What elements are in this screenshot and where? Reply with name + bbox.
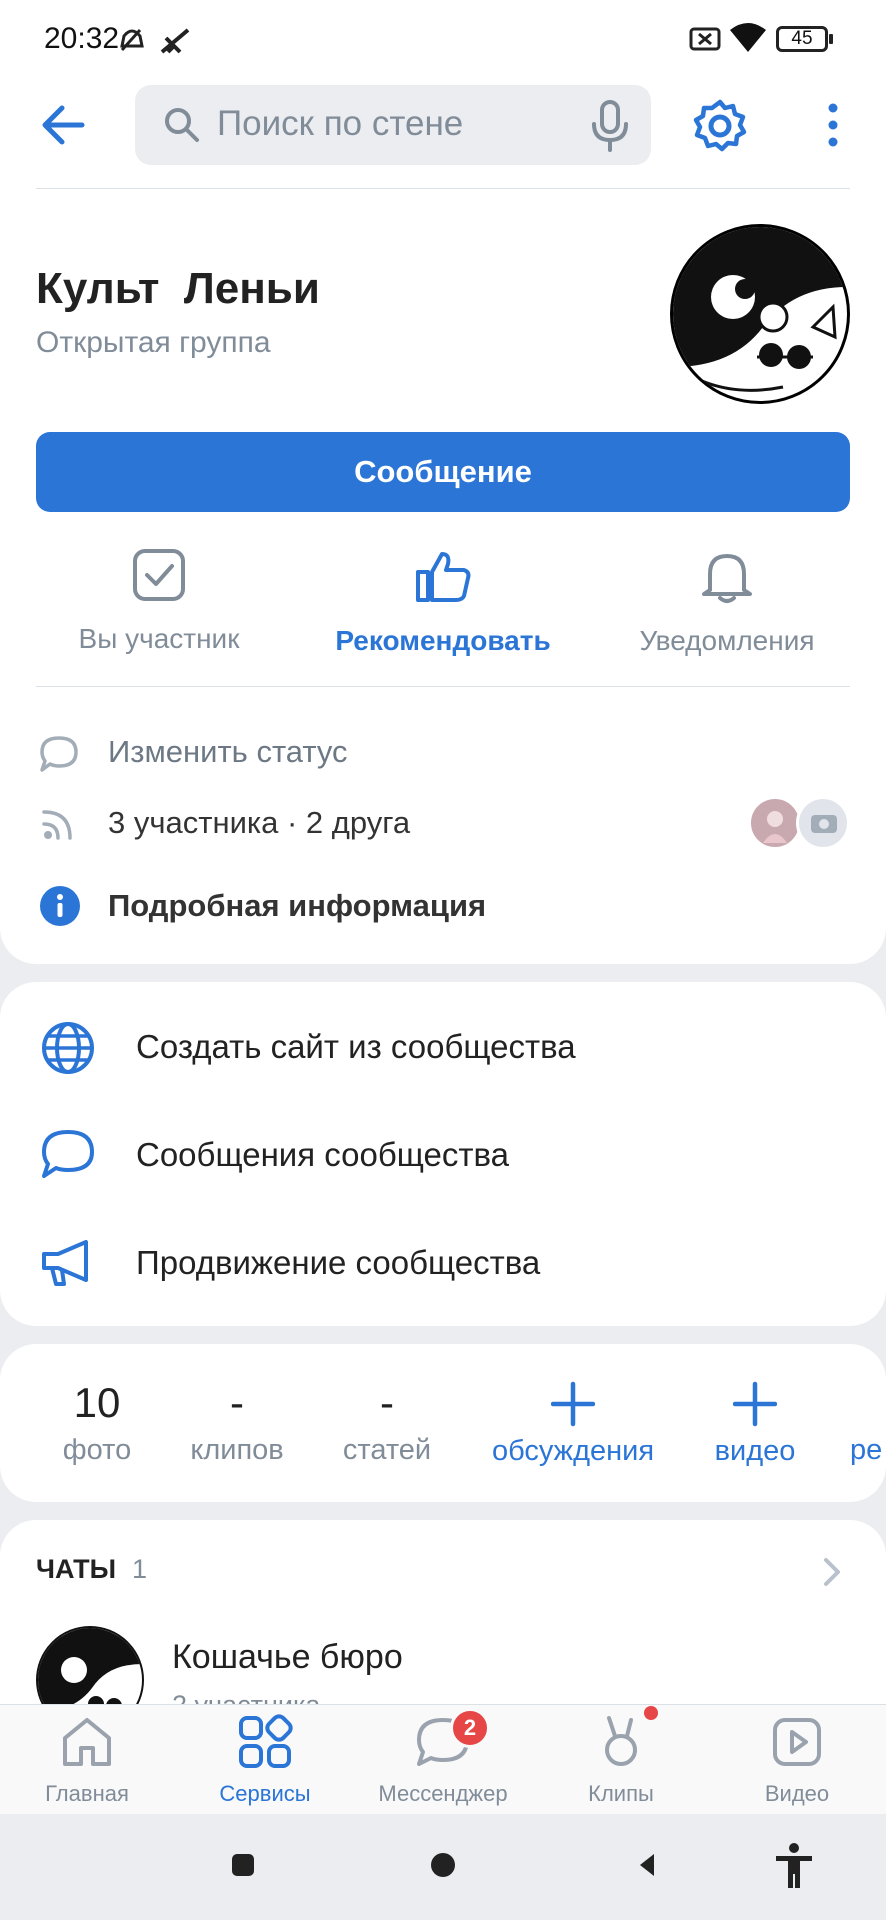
counter-photos-value: 10 bbox=[73, 1379, 121, 1426]
back-button-icon[interactable] bbox=[638, 1852, 656, 1878]
counter-articles-label: статей bbox=[342, 1434, 432, 1466]
nav-services-label: Сервисы bbox=[219, 1781, 311, 1806]
home-icon bbox=[63, 1718, 111, 1766]
member-status-label: Вы участник bbox=[78, 623, 240, 654]
message-bubble-icon bbox=[42, 1130, 94, 1178]
chats-title: ЧАТЫ bbox=[36, 1554, 117, 1584]
nav-video[interactable]: Видео bbox=[712, 1714, 882, 1807]
recommend-button[interactable]: Рекомендовать bbox=[308, 548, 578, 657]
members-count-link[interactable]: 3 участника · 2 друга bbox=[108, 805, 410, 841]
camera-icon bbox=[811, 815, 837, 833]
change-status-link[interactable]: Изменить статус bbox=[108, 734, 348, 770]
notifications-button[interactable]: Уведомления bbox=[592, 548, 862, 657]
counter-articles-value: - bbox=[380, 1379, 394, 1426]
home-button-icon[interactable] bbox=[431, 1853, 455, 1877]
rss-icon bbox=[42, 810, 72, 840]
counter-clips-label: клипов bbox=[190, 1434, 284, 1466]
header-divider bbox=[36, 188, 850, 189]
accessibility-icon[interactable] bbox=[774, 1842, 814, 1890]
counter-video-label: видео bbox=[714, 1435, 796, 1467]
video-icon bbox=[773, 1718, 821, 1766]
messenger-badge: 2 bbox=[450, 1708, 490, 1748]
status-time: 20:32 bbox=[44, 22, 120, 55]
services-grid-icon bbox=[239, 1714, 293, 1768]
nav-clips[interactable]: Клипы bbox=[536, 1714, 706, 1807]
megaphone-icon bbox=[42, 1240, 88, 1286]
battery-indicator: 45 bbox=[776, 26, 828, 52]
counter-discussions-label: обсуждения bbox=[491, 1435, 655, 1467]
add-discussion-icon bbox=[550, 1381, 596, 1427]
bell-icon bbox=[702, 554, 752, 603]
thumbs-up-icon bbox=[416, 552, 471, 602]
back-arrow-icon[interactable] bbox=[40, 104, 86, 146]
counter-photos-label: фото bbox=[62, 1434, 132, 1466]
recent-apps-icon[interactable] bbox=[232, 1854, 254, 1876]
clips-dot-badge bbox=[644, 1706, 658, 1720]
chats-count: 1 bbox=[132, 1554, 148, 1584]
add-video-icon bbox=[732, 1381, 778, 1427]
counter-articles[interactable]: - статей bbox=[312, 1378, 462, 1467]
send-message-button[interactable]: Сообщение bbox=[36, 432, 850, 512]
nav-services[interactable]: Сервисы bbox=[180, 1714, 350, 1807]
member-status-button[interactable]: Вы участник bbox=[24, 548, 294, 655]
group-name: Культ Леньи bbox=[36, 264, 320, 313]
friend-avatar bbox=[748, 796, 802, 850]
yin-yang-cats-image bbox=[673, 227, 847, 392]
counter-clips[interactable]: - клипов bbox=[162, 1378, 312, 1467]
counter-video[interactable]: видео bbox=[680, 1378, 830, 1468]
sim-off-icon bbox=[689, 27, 721, 51]
group-avatar[interactable] bbox=[670, 224, 850, 404]
checkbox-checked-icon bbox=[133, 549, 185, 601]
chat-name[interactable]: Кошачье бюро bbox=[172, 1638, 403, 1677]
recommend-label: Рекомендовать bbox=[335, 625, 551, 656]
search-icon bbox=[165, 108, 199, 142]
nav-home[interactable]: Главная bbox=[2, 1714, 172, 1807]
notification-icons bbox=[120, 28, 190, 54]
counter-photos[interactable]: 10 фото bbox=[22, 1378, 172, 1467]
more-menu-icon[interactable] bbox=[820, 100, 846, 152]
counter-more-label[interactable]: ре bbox=[850, 1434, 886, 1467]
counter-clips-value: - bbox=[230, 1379, 244, 1426]
settings-gear-icon[interactable] bbox=[692, 98, 748, 154]
wifi-icon bbox=[730, 23, 766, 52]
chevron-right-icon[interactable] bbox=[822, 1556, 842, 1588]
nav-home-label: Главная bbox=[45, 1781, 129, 1806]
counter-discussions[interactable]: обсуждения bbox=[478, 1378, 668, 1468]
chat-bubble-icon bbox=[40, 736, 78, 772]
battery-tip bbox=[829, 34, 833, 44]
nav-messenger-label: Мессенджер bbox=[378, 1781, 508, 1806]
friend-photo bbox=[763, 811, 787, 843]
menu-community-messages[interactable]: Сообщения сообщества bbox=[136, 1136, 509, 1174]
group-type: Открытая группа bbox=[36, 326, 271, 359]
search-placeholder: Поиск по стене bbox=[217, 104, 464, 143]
notifications-label: Уведомления bbox=[639, 625, 815, 656]
info-icon bbox=[40, 886, 80, 926]
menu-create-site[interactable]: Создать сайт из сообщества bbox=[136, 1028, 576, 1066]
details-link[interactable]: Подробная информация bbox=[108, 888, 486, 924]
nav-video-label: Видео bbox=[764, 1781, 830, 1806]
nav-messenger[interactable]: Мессенджер bbox=[358, 1714, 528, 1807]
clips-icon bbox=[605, 1716, 637, 1766]
globe-icon bbox=[42, 1022, 94, 1074]
microphone-icon[interactable] bbox=[590, 100, 630, 152]
nav-clips-label: Клипы bbox=[588, 1781, 654, 1806]
menu-community-promotion[interactable]: Продвижение сообщества bbox=[136, 1244, 540, 1282]
friend-avatar-placeholder bbox=[796, 796, 850, 850]
actions-divider bbox=[36, 686, 850, 687]
